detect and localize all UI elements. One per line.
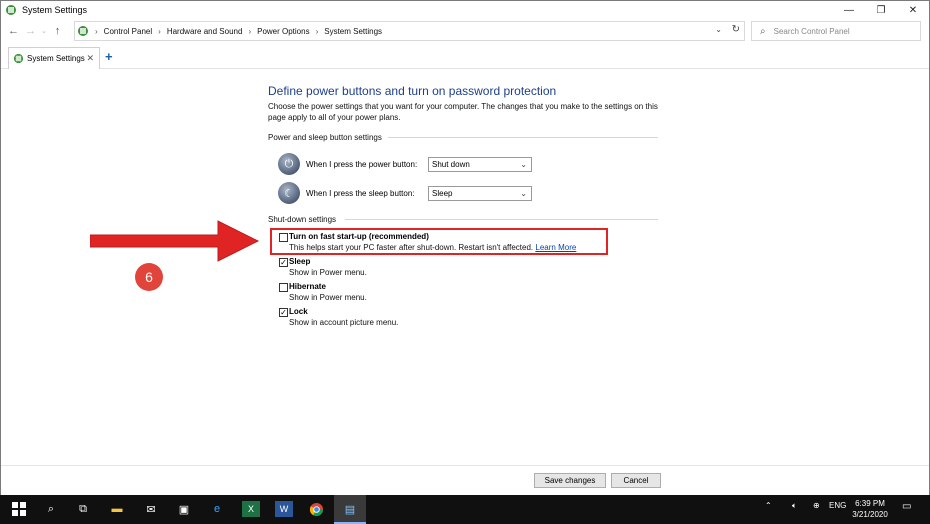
power-button-label: When I press the power button:: [306, 159, 418, 169]
search-icon: ⌕: [760, 25, 766, 37]
add-tab-button[interactable]: +: [105, 49, 113, 64]
save-changes-button[interactable]: Save changes: [534, 473, 606, 488]
breadcrumb-power-options[interactable]: Power Options: [257, 27, 309, 36]
title-bar: System Settings — ❐ ✕: [1, 1, 929, 19]
tab-system-settings[interactable]: System Settings ✕: [8, 47, 100, 69]
control-panel-icon: [13, 53, 24, 64]
chrome-icon[interactable]: [307, 501, 325, 517]
cancel-button[interactable]: Cancel: [611, 473, 661, 488]
hibernate-title: Hibernate: [289, 282, 326, 291]
sleep-button-row: ☾ When I press the sleep button:: [278, 181, 430, 205]
power-button-select[interactable]: Shut down ⌄: [428, 157, 532, 172]
volume-icon[interactable]: 🔈︎: [792, 501, 797, 511]
hibernate-description: Show in Power menu.: [289, 293, 367, 302]
close-icon[interactable]: ✕: [86, 53, 94, 64]
step-number-badge: 6: [135, 263, 163, 291]
power-icon: ⏻: [278, 153, 300, 175]
language-indicator[interactable]: ENG: [829, 501, 846, 510]
breadcrumb-control-panel[interactable]: Control Panel: [104, 27, 152, 36]
sleep-button-value: Sleep: [432, 189, 453, 198]
breadcrumb-system-settings[interactable]: System Settings: [324, 27, 382, 36]
sleep-icon: ☾: [278, 182, 300, 204]
task-view-icon[interactable]: ⧉: [74, 501, 92, 517]
word-icon[interactable]: W: [275, 501, 293, 517]
search-placeholder: Search Control Panel: [773, 26, 850, 36]
excel-icon[interactable]: X: [242, 501, 260, 517]
sleep-description: Show in Power menu.: [289, 268, 367, 277]
lock-checkbox[interactable]: ✓: [279, 308, 288, 317]
page-title: Define power buttons and turn on passwor…: [268, 84, 557, 98]
up-arrow-icon[interactable]: ↑: [49, 22, 66, 40]
chevron-right-icon: ›: [248, 26, 252, 36]
minimize-button[interactable]: —: [833, 1, 865, 19]
chevron-down-icon: ⌄: [520, 189, 527, 198]
window-title: System Settings: [22, 5, 88, 15]
clock[interactable]: 6:39 PM 3/21/2020: [848, 498, 892, 520]
power-button-row: ⏻ When I press the power button:: [278, 152, 430, 176]
chevron-right-icon: ›: [95, 26, 98, 36]
tab-label: System Settings: [27, 54, 85, 63]
search-input[interactable]: ⌕ Search Control Panel: [751, 21, 921, 41]
sleep-title: Sleep: [289, 257, 311, 266]
recent-dropdown-icon[interactable]: ⌄: [39, 22, 49, 40]
chevron-up-icon[interactable]: ⌃: [765, 501, 772, 510]
breadcrumb: › Control Panel › Hardware and Sound › P…: [95, 27, 382, 36]
address-row: ← → ⌄ ↑ › Control Panel › Hardware and S…: [1, 20, 929, 42]
divider: [388, 137, 658, 138]
lock-description: Show in account picture menu.: [289, 318, 399, 327]
taskbar: ⌕ ⧉ ▬ ✉ ▣ e X W ▤ ⌃ 🔈︎ ⊕ ENG 6:39 PM 3/2…: [0, 495, 930, 524]
search-icon[interactable]: ⌕: [42, 501, 60, 517]
chevron-right-icon: ›: [158, 26, 161, 36]
store-icon[interactable]: ▣: [175, 501, 193, 517]
address-box[interactable]: › Control Panel › Hardware and Sound › P…: [74, 21, 745, 41]
red-arrow-icon: [90, 220, 260, 262]
mail-icon[interactable]: ✉: [142, 501, 160, 517]
restore-button[interactable]: ❐: [865, 1, 897, 19]
file-explorer-icon[interactable]: ▬: [108, 501, 126, 517]
sleep-button-label: When I press the sleep button:: [306, 188, 415, 198]
refresh-icon[interactable]: ↻: [732, 24, 740, 35]
edge-browser-icon[interactable]: e: [208, 501, 226, 517]
sleep-checkbox[interactable]: ✓: [279, 258, 288, 267]
lock-title: Lock: [289, 307, 308, 316]
divider: [345, 219, 658, 220]
power-button-value: Shut down: [432, 160, 470, 169]
windows-start-icon[interactable]: [10, 501, 28, 517]
control-panel-taskbar-icon[interactable]: ▤: [341, 501, 359, 517]
close-button[interactable]: ✕: [897, 1, 929, 19]
clock-date: 3/21/2020: [852, 510, 888, 519]
page-description: Choose the power settings that you want …: [268, 102, 658, 122]
sleep-button-select[interactable]: Sleep ⌄: [428, 186, 532, 201]
clock-time: 6:39 PM: [855, 499, 885, 508]
section-title-shutdown: Shut-down settings: [268, 215, 337, 224]
highlight-box: [270, 228, 608, 255]
chevron-down-icon: ⌄: [520, 160, 527, 169]
divider: [1, 465, 929, 466]
breadcrumb-hardware-and-sound[interactable]: Hardware and Sound: [167, 27, 243, 36]
hibernate-checkbox[interactable]: [279, 283, 288, 292]
chevron-down-icon[interactable]: ⌄: [715, 25, 722, 34]
chevron-right-icon: ›: [315, 26, 319, 36]
tab-bar: System Settings ✕ +: [1, 45, 929, 69]
notifications-icon[interactable]: ▭: [902, 501, 911, 512]
section-title-power: Power and sleep button settings: [268, 133, 382, 142]
forward-arrow-icon[interactable]: →: [22, 22, 39, 40]
control-panel-icon: [78, 26, 88, 36]
control-panel-icon: [6, 5, 16, 15]
back-arrow-icon[interactable]: ←: [5, 22, 22, 40]
network-icon[interactable]: ⊕: [813, 501, 820, 510]
